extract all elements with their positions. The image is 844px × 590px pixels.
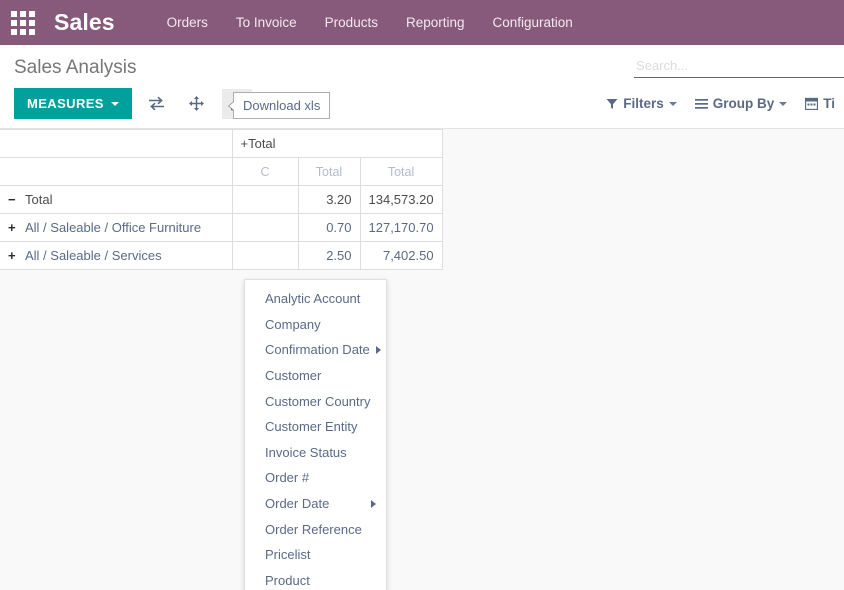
pivot-content-area: +Total C Total Total − Total 3.20 134,573… (0, 129, 844, 590)
search-view (634, 56, 844, 78)
pivot-group-header-row: +Total (0, 129, 443, 158)
pivot-table: +Total C Total Total − Total 3.20 134,573… (0, 129, 443, 270)
chevron-down-icon (110, 101, 119, 106)
table-row: + All / Saleable / Office Furniture 0.70 … (0, 213, 443, 242)
pivot-row-header-office-furniture[interactable]: + All / Saleable / Office Furniture (0, 213, 233, 242)
pivot-cell-total: 3.20 (297, 185, 361, 214)
pivot-toolbar: MEASURES Download xls (14, 88, 331, 119)
table-row: + All / Saleable / Services 2.50 7,402.50 (0, 241, 443, 270)
menu-item-label: Product (265, 572, 310, 588)
menu-item-customer-country[interactable]: Customer Country (245, 388, 386, 414)
menu-item-customer[interactable]: Customer (245, 363, 386, 389)
menu-item-label: Order # (265, 470, 310, 486)
nav-item-configuration[interactable]: Configuration (479, 15, 587, 30)
menu-item-label: Analytic Account (265, 291, 361, 307)
pivot-row-header-services[interactable]: + All / Saleable / Services (0, 241, 233, 270)
menu-item-order-reference[interactable]: Order Reference (245, 516, 386, 542)
groupby-dropdown-menu: Analytic Account Company Confirmation Da… (244, 279, 387, 590)
filters-label: Filters (623, 96, 664, 111)
control-panel: Sales Analysis MEASURES (0, 45, 844, 129)
flip-axis-button[interactable] (142, 89, 172, 119)
calendar-icon (805, 97, 819, 110)
group-by-dropdown[interactable]: Group By (686, 96, 797, 111)
apps-grid-icon[interactable] (10, 10, 36, 36)
pivot-cell-count (231, 213, 299, 242)
pivot-cell-count (231, 185, 299, 214)
expand-row-toggle[interactable]: + (8, 220, 21, 235)
menu-item-label: Order Reference (265, 521, 362, 537)
pivot-cell-total: 2.50 (297, 241, 361, 270)
pivot-column-group-label: Total (248, 136, 276, 151)
pivot-row-header-total[interactable]: − Total (0, 185, 233, 214)
control-panel-bottom-row: MEASURES Download xls Filters Group By T… (14, 88, 835, 119)
pivot-cell-grand-total: 127,170.70 (359, 213, 443, 242)
table-row: − Total 3.20 134,573.20 (0, 185, 443, 214)
nav-item-products[interactable]: Products (311, 15, 392, 30)
filter-funnel-icon (606, 98, 618, 110)
pivot-cell-count (231, 241, 299, 270)
expand-arrows-icon (188, 95, 205, 112)
pivot-cell-total: 0.70 (297, 213, 361, 242)
menu-item-pricelist[interactable]: Pricelist (245, 542, 386, 568)
menu-item-company[interactable]: Company (245, 312, 386, 338)
pivot-row-label: Total (25, 192, 53, 207)
pivot-measure-grand-total[interactable]: Total (359, 157, 443, 186)
menu-item-order-date[interactable]: Order Date (245, 491, 386, 517)
expand-column-toggle[interactable]: + (241, 136, 249, 151)
menu-item-customer-entity[interactable]: Customer Entity (245, 414, 386, 440)
menu-item-confirmation-date[interactable]: Confirmation Date (245, 337, 386, 363)
menu-item-label: Pricelist (265, 547, 311, 563)
pivot-column-group-total[interactable]: +Total (231, 129, 443, 158)
pivot-row-label: All / Saleable / Services (25, 248, 162, 263)
control-panel-top-row: Sales Analysis (14, 45, 844, 79)
pivot-row-label: All / Saleable / Office Furniture (25, 220, 202, 235)
time-ranges-label: Ti (823, 96, 835, 111)
navbar-menu: Orders To Invoice Products Reporting Con… (153, 15, 587, 30)
chevron-down-icon (668, 101, 677, 106)
pivot-measure-corner-cell (0, 157, 233, 186)
app-brand-sales[interactable]: Sales (54, 11, 115, 34)
menu-item-label: Customer Entity (265, 419, 358, 435)
menu-item-invoice-status[interactable]: Invoice Status (245, 440, 386, 466)
filters-dropdown[interactable]: Filters (597, 96, 686, 111)
pivot-corner-cell (0, 129, 233, 158)
flip-axis-icon (148, 96, 165, 111)
collapse-row-toggle[interactable]: − (8, 192, 21, 207)
nav-item-reporting[interactable]: Reporting (392, 15, 479, 30)
menu-item-label: Invoice Status (265, 444, 347, 460)
menu-item-label: Customer (265, 368, 322, 384)
menu-item-label: Company (265, 316, 321, 332)
pivot-measure-header-row: C Total Total (0, 157, 443, 186)
chevron-right-icon (371, 499, 376, 508)
menu-item-label: Order Date (265, 496, 330, 512)
pivot-measure-total[interactable]: Total (297, 157, 361, 186)
pivot-measure-count[interactable]: C (231, 157, 299, 186)
time-ranges-dropdown[interactable]: Ti (796, 96, 844, 111)
menu-item-analytic-account[interactable]: Analytic Account (245, 286, 386, 312)
tooltip-text: Download xls (243, 98, 321, 113)
pivot-table-body: − Total 3.20 134,573.20 + All / Saleable /… (0, 185, 443, 270)
menu-item-product[interactable]: Product (245, 568, 386, 590)
expand-row-toggle[interactable]: + (8, 248, 21, 263)
group-by-label: Group By (712, 96, 775, 111)
expand-all-button[interactable] (182, 89, 212, 119)
download-xls-tooltip: Download xls (227, 92, 331, 119)
top-navbar: Sales Orders To Invoice Products Reporti… (0, 0, 844, 45)
menu-item-label: Customer Country (265, 393, 371, 409)
measures-button-label: MEASURES (27, 96, 104, 111)
page-title: Sales Analysis (14, 57, 137, 78)
pivot-cell-grand-total: 134,573.20 (359, 185, 443, 214)
menu-item-label: Confirmation Date (265, 342, 370, 358)
measures-button[interactable]: MEASURES (14, 88, 132, 119)
group-by-lines-icon (694, 98, 708, 110)
search-options: Filters Group By Ti (597, 96, 844, 111)
chevron-right-icon (375, 345, 381, 354)
nav-item-orders[interactable]: Orders (153, 15, 222, 30)
pivot-table-head: +Total C Total Total (0, 129, 443, 186)
menu-item-order-number[interactable]: Order # (245, 465, 386, 491)
chevron-down-icon (779, 101, 788, 106)
pivot-cell-grand-total: 7,402.50 (359, 241, 443, 270)
search-input[interactable] (634, 56, 844, 78)
nav-item-to-invoice[interactable]: To Invoice (222, 15, 311, 30)
